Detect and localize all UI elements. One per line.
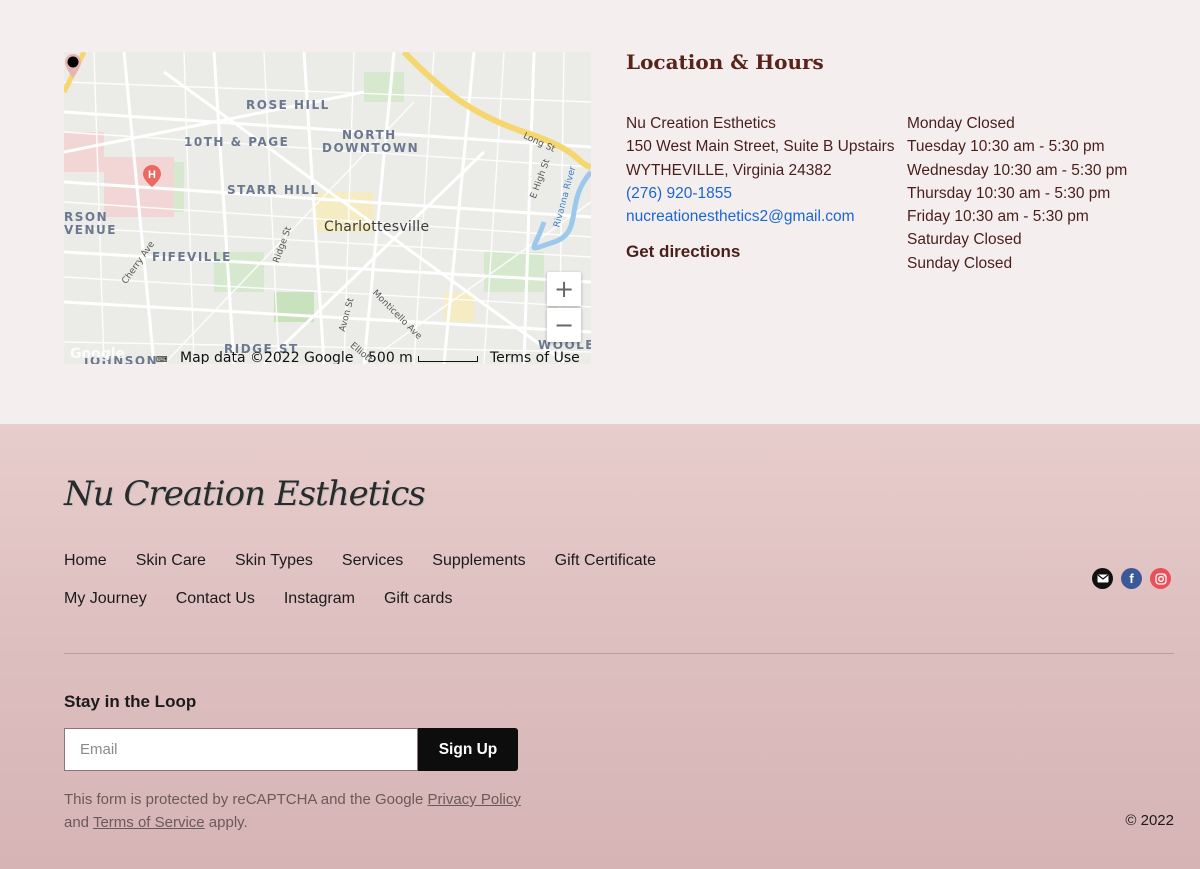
map-embed[interactable]: ROSE HILL 10TH & PAGE NORTH DOWNTOWN STA… (64, 52, 591, 364)
keyboard-icon[interactable]: ⌨ (156, 355, 168, 364)
neighborhood-label: FIFEVILLE (152, 250, 232, 264)
location-pin-icon[interactable] (64, 52, 82, 80)
address-block: Nu Creation Esthetics 150 West Main Stre… (626, 112, 895, 228)
instagram-icon[interactable] (1150, 568, 1171, 589)
neighborhood-label: 10TH & PAGE (184, 135, 290, 149)
map-attribution-bar: ⌨ Map data ©2022 Google 500 m Terms of U… (64, 348, 591, 364)
nav-link-my-journey[interactable]: My Journey (64, 590, 147, 608)
site-footer: Nu Creation Esthetics Home Skin Care Ski… (0, 424, 1200, 869)
captcha-prefix: This form is protected by reCAPTCHA and … (64, 791, 428, 808)
nav-link-instagram[interactable]: Instagram (284, 590, 355, 608)
map-scale-bar (418, 356, 478, 362)
hours-row: Sunday Closed (907, 254, 1013, 272)
footer-nav-row-2: My Journey Contact Us Instagram Gift car… (64, 590, 481, 608)
business-name: Nu Creation Esthetics (626, 115, 776, 132)
street-address: 150 West Main Street, Suite B Upstairs (626, 138, 895, 156)
business-hours: Monday Closed Tuesday 10:30 am - 5:30 pm… (907, 112, 1127, 275)
copyright: © 2022 (1125, 812, 1174, 829)
facebook-icon[interactable]: f (1121, 568, 1142, 589)
nav-link-services[interactable]: Services (342, 552, 403, 570)
hours-row: Friday 10:30 am - 5:30 pm (907, 208, 1089, 226)
hours-row: Saturday Closed (907, 231, 1022, 249)
nav-link-home[interactable]: Home (64, 552, 107, 570)
nav-link-gift-cards[interactable]: Gift cards (384, 590, 452, 608)
city-label: Charlottesville (324, 219, 430, 235)
neighborhood-label: DOWNTOWN (322, 141, 420, 155)
nav-link-skin-care[interactable]: Skin Care (136, 552, 206, 570)
hours-row: Tuesday 10:30 am - 5:30 pm (907, 138, 1105, 156)
captcha-and: and (64, 814, 93, 831)
neighborhood-label: RSON (64, 210, 109, 224)
sign-up-button[interactable]: Sign Up (418, 728, 518, 771)
hospital-marker-icon[interactable]: H (142, 164, 162, 188)
nav-link-gift-certificate[interactable]: Gift Certificate (555, 552, 656, 570)
phone-link[interactable]: (276) 920-1855 (626, 182, 895, 205)
get-directions-link[interactable]: Get directions (626, 242, 740, 262)
neighborhood-label: ROSE HILL (246, 98, 330, 112)
hours-row: Thursday 10:30 am - 5:30 pm (907, 184, 1111, 202)
nav-link-supplements[interactable]: Supplements (432, 552, 525, 570)
nav-link-skin-types[interactable]: Skin Types (235, 552, 313, 570)
mail-icon[interactable] (1092, 568, 1113, 589)
social-links: f (1092, 568, 1171, 589)
footer-divider (64, 653, 1174, 654)
privacy-policy-link[interactable]: Privacy Policy (428, 791, 521, 808)
captcha-suffix: apply. (204, 814, 248, 831)
zoom-out-button[interactable]: − (547, 308, 581, 342)
location-section: ROSE HILL 10TH & PAGE NORTH DOWNTOWN STA… (0, 0, 1200, 424)
neighborhood-label: STARR HILL (227, 183, 320, 197)
recaptcha-notice: This form is protected by reCAPTCHA and … (64, 788, 534, 834)
hours-row: Wednesday 10:30 am - 5:30 pm (907, 161, 1128, 179)
neighborhood-label: NORTH (342, 128, 397, 142)
location-title: Location & Hours (626, 50, 824, 74)
map-terms-link[interactable]: Terms of Use (490, 350, 580, 364)
footer-nav-row-1: Home Skin Care Skin Types Services Suppl… (64, 552, 685, 570)
svg-text:H: H (148, 169, 156, 181)
nav-link-contact-us[interactable]: Contact Us (176, 590, 255, 608)
terms-of-service-link[interactable]: Terms of Service (93, 814, 205, 831)
email-link[interactable]: nucreationesthetics2@gmail.com (626, 205, 895, 228)
footer-logo[interactable]: Nu Creation Esthetics (64, 474, 426, 514)
hours-row: Monday Closed (907, 115, 1015, 132)
newsletter-email-input[interactable] (64, 728, 418, 771)
map-attribution: Map data ©2022 Google (180, 350, 354, 364)
neighborhood-label: VENUE (64, 223, 117, 237)
map-scale-label: 500 m (368, 350, 413, 364)
city-address: WYTHEVILLE, Virginia 24382 (626, 161, 832, 179)
zoom-in-button[interactable]: + (547, 272, 581, 306)
newsletter-title: Stay in the Loop (64, 692, 197, 711)
